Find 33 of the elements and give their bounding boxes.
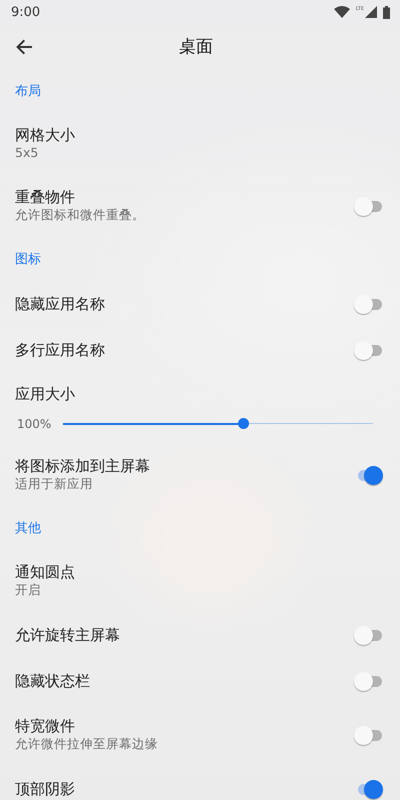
- status-time: 9:00: [11, 4, 40, 20]
- section-header: 其他: [14, 520, 42, 538]
- setting-title: 将图标添加到主屏幕: [15, 457, 150, 475]
- screen-title: 桌面: [179, 36, 213, 58]
- setting-title: 多行应用名称: [15, 341, 105, 359]
- toggle-switch[interactable]: [353, 196, 384, 216]
- battery-icon: [383, 6, 390, 18]
- toggle-switch[interactable]: [353, 724, 384, 746]
- section-header: 布局: [14, 83, 42, 101]
- section-header: 图标: [14, 251, 42, 269]
- setting-title: 通知圆点: [15, 563, 75, 581]
- back-arrow-icon: [16, 38, 32, 54]
- setting-summary: 允许图标和微件重叠。: [15, 206, 145, 224]
- wifi-icon: [334, 6, 350, 18]
- toggle-switch[interactable]: [353, 294, 384, 314]
- toggle-switch[interactable]: [353, 624, 384, 646]
- slider-thumb[interactable]: [238, 418, 249, 429]
- setting-title: 应用大小: [15, 385, 76, 403]
- setting-title: 顶部阴影: [15, 780, 75, 798]
- setting-title: 重叠物件: [15, 188, 76, 206]
- setting-title: 隐藏应用名称: [15, 295, 105, 313]
- setting-title: 特宽微件: [15, 717, 76, 735]
- setting-summary: 适用于新应用: [15, 475, 94, 493]
- setting-title: 网格大小: [15, 126, 75, 144]
- signal-icon: [365, 6, 377, 18]
- setting-summary: 允许微件拉伸至屏幕边缘: [15, 735, 158, 753]
- setting-title: 允许旋转主屏幕: [15, 626, 120, 644]
- setting-summary: 5x5: [15, 144, 40, 162]
- slider-value: 100%: [17, 417, 52, 431]
- setting-title: 隐藏状态栏: [15, 672, 90, 690]
- setting-summary: 开启: [15, 581, 42, 599]
- toggle-switch[interactable]: [353, 340, 384, 360]
- toggle-switch[interactable]: [353, 670, 384, 692]
